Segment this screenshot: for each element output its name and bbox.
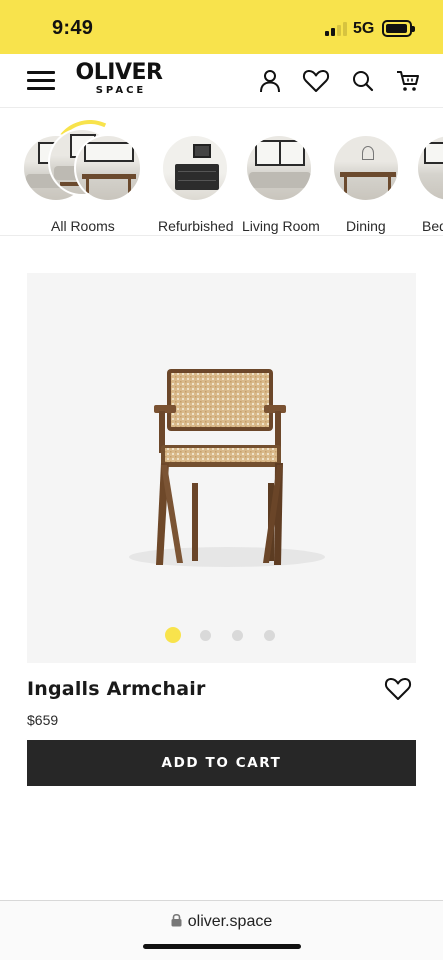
heart-icon[interactable] <box>302 68 330 94</box>
category-label: Refurbished <box>158 218 234 234</box>
carousel-dot-3[interactable] <box>232 630 243 641</box>
battery-icon <box>382 20 415 37</box>
category-label: All Rooms <box>51 218 115 234</box>
account-icon[interactable] <box>257 68 283 94</box>
product-name[interactable]: Ingalls Armchair <box>27 678 206 700</box>
image-carousel-dots <box>0 626 443 644</box>
status-time: 9:49 <box>52 17 94 39</box>
category-image <box>416 134 443 202</box>
category-image <box>332 134 400 202</box>
logo[interactable]: OLIVER SPACE <box>74 61 164 97</box>
browser-bottom-bar: oliver.space <box>0 900 443 960</box>
status-bar: 9:49 5G <box>0 0 443 54</box>
carousel-dot-1[interactable] <box>165 627 181 643</box>
home-indicator[interactable] <box>143 944 301 949</box>
signal-icon <box>325 22 347 36</box>
network-label: 5G <box>353 20 375 37</box>
category-image <box>161 134 229 202</box>
category-refurbished[interactable]: Refurbished <box>158 122 234 235</box>
product-image[interactable] <box>27 273 416 663</box>
category-image <box>245 134 313 202</box>
category-living-room[interactable]: Living Room <box>242 122 322 235</box>
category-label: Bed <box>422 218 443 234</box>
address-bar[interactable]: oliver.space <box>0 913 443 932</box>
lock-icon <box>171 913 182 932</box>
add-to-cart-button[interactable]: ADD TO CART <box>27 740 416 786</box>
category-image <box>74 134 142 202</box>
category-dining[interactable]: Dining <box>330 122 404 235</box>
search-icon[interactable] <box>350 68 376 94</box>
product-price: $659 <box>27 712 59 728</box>
site-header: OLIVER SPACE <box>0 54 443 108</box>
carousel-dot-2[interactable] <box>200 630 211 641</box>
carousel-dot-4[interactable] <box>264 630 275 641</box>
logo-main-text: OLIVER <box>75 60 163 85</box>
category-bedroom[interactable]: Bed <box>414 122 443 235</box>
cart-icon[interactable] <box>395 68 421 94</box>
category-label: Living Room <box>242 218 320 234</box>
logo-sub-text: SPACE <box>95 85 147 96</box>
url-text: oliver.space <box>187 913 273 930</box>
wishlist-heart-icon[interactable] <box>384 676 412 702</box>
menu-icon[interactable] <box>27 71 55 91</box>
category-label: Dining <box>346 218 386 234</box>
category-carousel: All Rooms Refurbished Living Room Dining <box>0 108 443 236</box>
armchair-illustration <box>129 369 325 567</box>
category-all-rooms[interactable]: All Rooms <box>0 109 165 235</box>
